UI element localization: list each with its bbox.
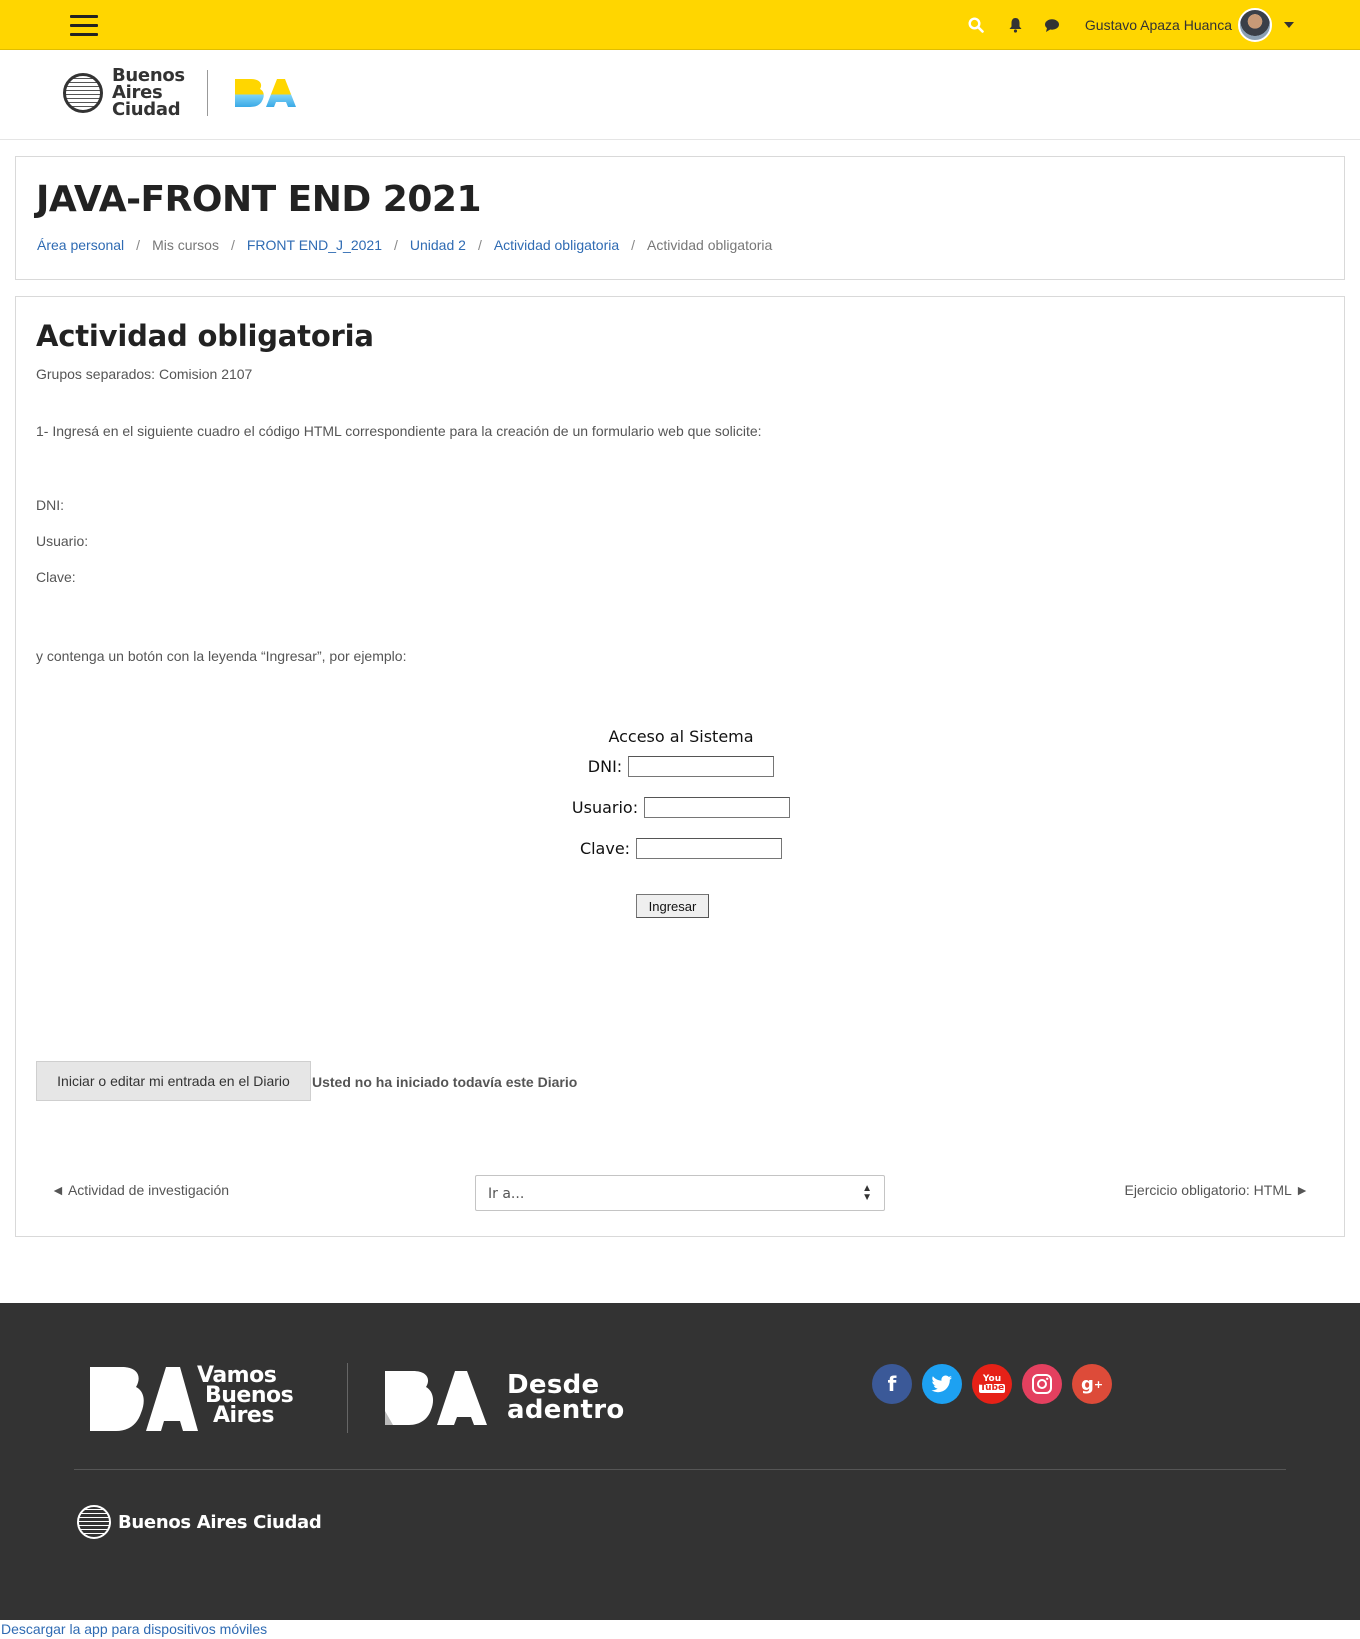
example-usuario-label: Usuario: (571, 798, 639, 817)
social-links: f You Tube g + (872, 1364, 1122, 1404)
select-arrows-icon: ▲ ▼ (862, 1183, 872, 1203)
city-logo-text: Buenos Aires Ciudad (112, 65, 185, 120)
breadcrumb-separator: / (631, 237, 636, 253)
youtube-icon[interactable]: You Tube (972, 1364, 1012, 1404)
previous-activity-link[interactable]: ◄ Actividad de investigación (51, 1182, 229, 1198)
breadcrumb-separator: / (394, 237, 398, 253)
ba-logo[interactable] (233, 75, 297, 111)
breadcrumb-current: Actividad obligatoria (647, 237, 773, 253)
twitter-icon[interactable] (922, 1364, 962, 1404)
chat-icon[interactable] (1043, 16, 1061, 34)
breadcrumb-unit[interactable]: Unidad 2 (410, 237, 466, 253)
example-dni-input[interactable] (628, 756, 775, 777)
breadcrumb-separator: / (136, 237, 141, 253)
desde-adentro-text: Desde adentro (507, 1370, 625, 1425)
example-form-title: Acceso al Sistema (608, 727, 754, 746)
instructions-text: 1- Ingresá en el siguiente cuadro el cód… (36, 423, 762, 439)
instructions-button-text: y contenga un botón con la leyenda “Ingr… (36, 648, 407, 664)
footer: Vamos Buenos Aires Desde adentro f You Tu… (0, 1303, 1360, 1620)
breadcrumb-activity-link[interactable]: Actividad obligatoria (494, 237, 619, 253)
jump-to-value: Ir a... (488, 1186, 525, 1202)
breadcrumb: Área personal / Mis cursos / FRONT END_J… (37, 237, 772, 253)
page-title: Actividad obligatoria (36, 319, 374, 353)
buenos-aires-ciudad-logo[interactable]: Buenos Aires Ciudad (63, 65, 185, 120)
ba-desde-adentro-logo[interactable] (383, 1367, 493, 1429)
course-title: JAVA-FRONT END 2021 (36, 179, 482, 220)
course-header: JAVA-FRONT END 2021 Área personal / Mis … (15, 156, 1345, 280)
required-field-usuario: Usuario: (36, 533, 89, 549)
menu-icon[interactable] (70, 15, 100, 37)
next-activity-link[interactable]: Ejercicio obligatorio: HTML ► (1124, 1182, 1309, 1198)
example-dni-row: DNI: (16, 756, 1346, 777)
example-clave-label: Clave: (579, 839, 631, 858)
breadcrumb-course[interactable]: FRONT END_J_2021 (247, 237, 382, 253)
download-app-link[interactable]: Descargar la app para dispositivos móvil… (1, 1621, 267, 1637)
google-plus-icon[interactable]: g + (1072, 1364, 1112, 1404)
city-seal-icon (63, 72, 103, 113)
footer-city-name: Buenos Aires Ciudad (118, 1511, 322, 1533)
example-ingresar-button[interactable]: Ingresar (636, 894, 709, 918)
top-navbar: Gustavo Apaza Huanca (0, 0, 1360, 50)
user-name[interactable]: Gustavo Apaza Huanca (1085, 17, 1232, 33)
example-usuario-input[interactable] (644, 797, 791, 818)
required-field-clave: Clave: (36, 569, 76, 585)
city-seal-icon (77, 1505, 111, 1539)
jump-to-select[interactable]: Ir a... ▲ ▼ (475, 1175, 885, 1211)
example-clave-row: Clave: (16, 838, 1346, 859)
logo-band: Buenos Aires Ciudad (0, 50, 1360, 140)
edit-diary-entry-button[interactable]: Iniciar o editar mi entrada en el Diario (36, 1061, 311, 1101)
breadcrumb-mis-cursos: Mis cursos (152, 237, 219, 253)
footer-divider-line (74, 1469, 1286, 1470)
activity-content: Actividad obligatoria Grupos separados: … (15, 296, 1345, 1237)
logo-divider (207, 70, 208, 116)
footer-divider (347, 1363, 348, 1433)
example-clave-input[interactable] (636, 838, 783, 859)
required-field-dni: DNI: (36, 497, 64, 513)
breadcrumb-separator: / (477, 237, 482, 253)
example-usuario-row: Usuario: (16, 797, 1346, 818)
breadcrumb-separator: / (230, 237, 235, 253)
ba-footer-logo[interactable] (88, 1363, 198, 1435)
diary-status: Usted no ha iniciado todavía este Diario (312, 1074, 578, 1090)
footer-city-logo[interactable]: Buenos Aires Ciudad (77, 1505, 322, 1539)
breadcrumb-area-personal[interactable]: Área personal (37, 237, 124, 253)
top-actions: Gustavo Apaza Huanca (959, 0, 1360, 50)
bell-icon[interactable] (1007, 16, 1025, 34)
instagram-icon[interactable] (1022, 1364, 1062, 1404)
facebook-icon[interactable]: f (872, 1364, 912, 1404)
example-dni-label: DNI: (587, 757, 623, 776)
groups-info: Grupos separados: Comision 2107 (36, 366, 253, 382)
avatar[interactable] (1238, 8, 1272, 42)
search-icon[interactable] (967, 16, 985, 34)
vamos-buenos-aires-text: Vamos Buenos Aires (197, 1363, 294, 1428)
chevron-down-icon[interactable] (1284, 22, 1294, 28)
